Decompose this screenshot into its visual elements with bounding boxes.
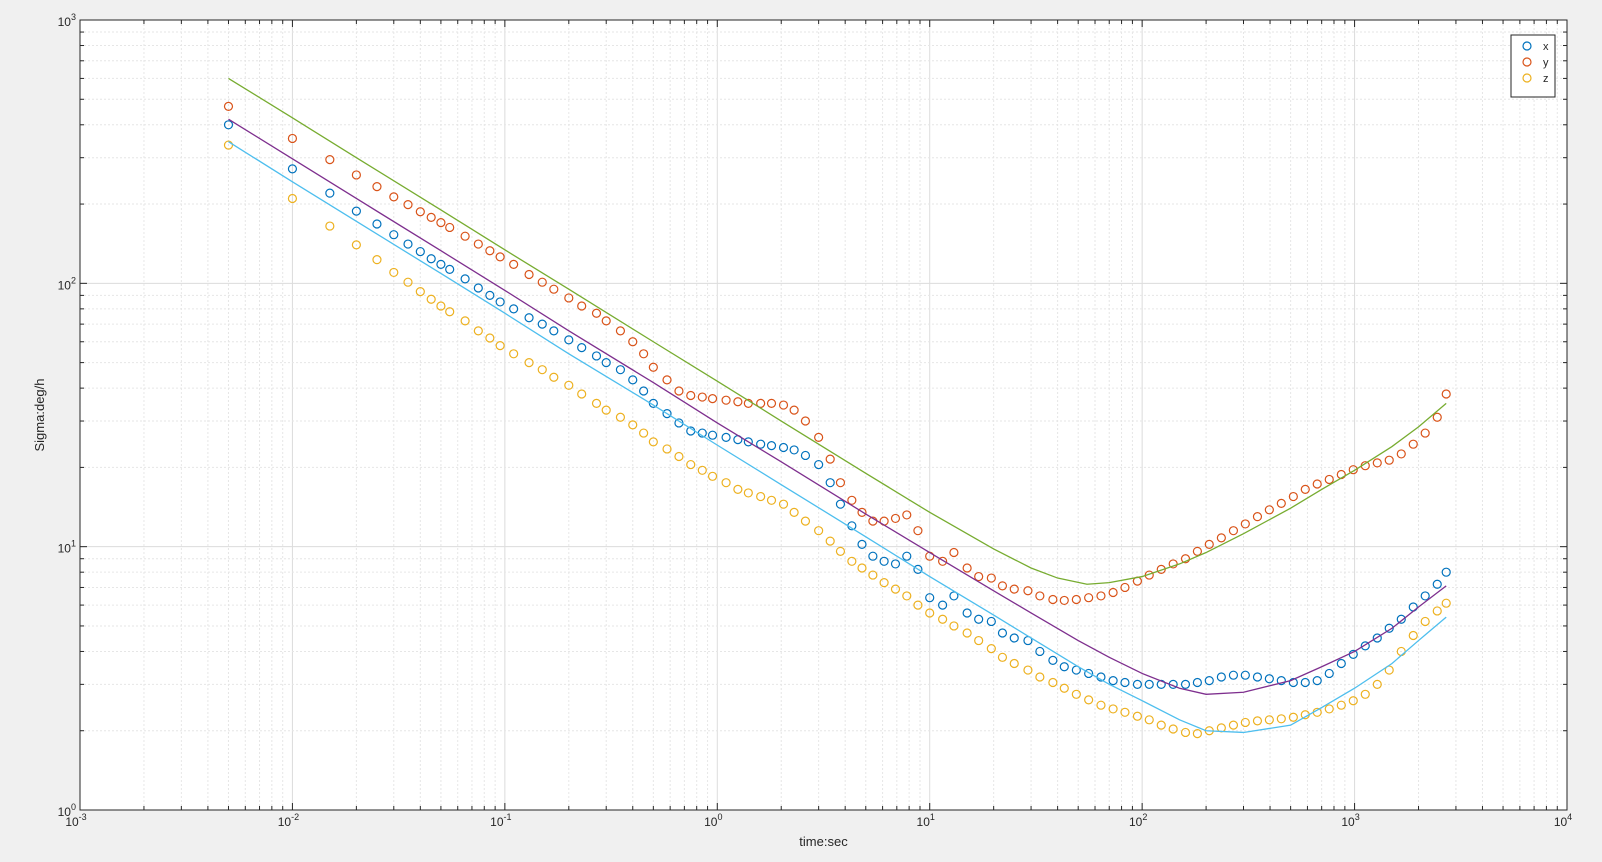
- legend: xyz: [1510, 34, 1556, 98]
- x-axis-label: time:sec: [799, 834, 848, 849]
- y-axis-label: Sigma:deg/h: [32, 379, 47, 452]
- plot-area: [80, 20, 1567, 810]
- legend-label-x: x: [1543, 41, 1549, 53]
- legend-label-y: y: [1543, 57, 1549, 69]
- allan-deviation-chart: 10-3 10-2 10-1 100 101 102 103 104100101102103 …: [0, 0, 1602, 862]
- legend-label-z: z: [1543, 73, 1549, 85]
